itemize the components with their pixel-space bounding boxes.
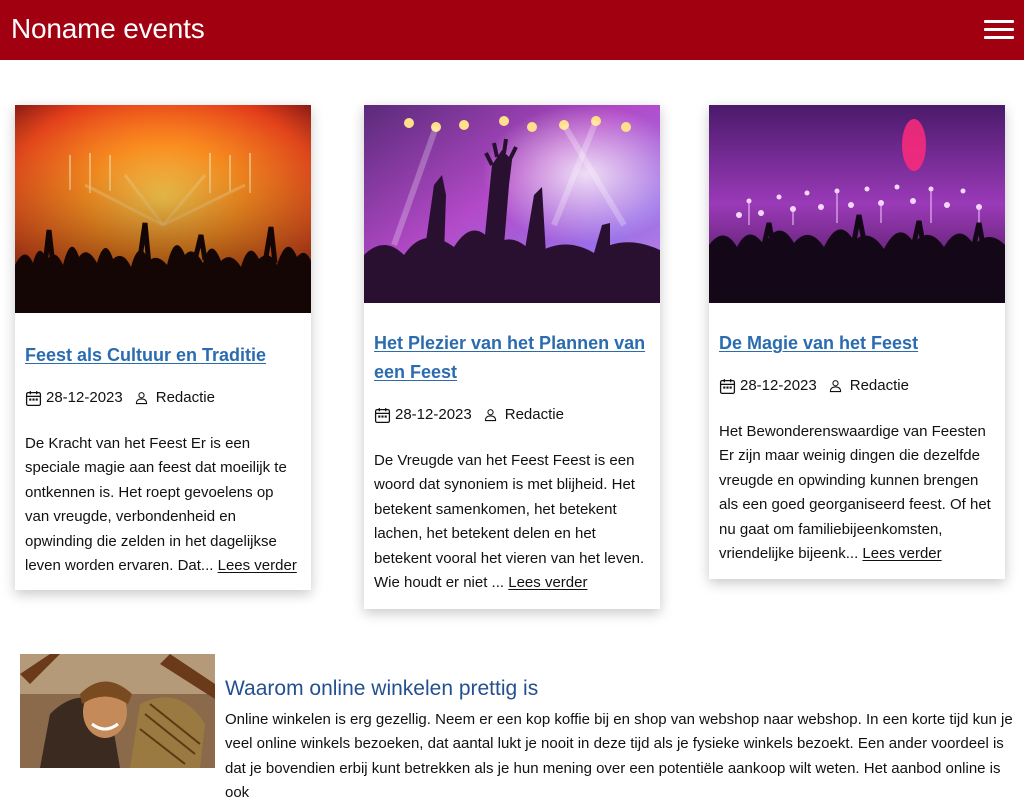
post-date: 28-12-2023 bbox=[395, 406, 472, 423]
post-excerpt: Het Bewonderenswaardige van Feesten Er z… bbox=[719, 420, 995, 566]
user-icon bbox=[135, 392, 147, 405]
post-card: Feest als Cultuur en Traditie 28-12-2023… bbox=[15, 105, 311, 590]
read-more-link[interactable]: Lees verder bbox=[218, 557, 297, 574]
site-header: Noname events bbox=[0, 0, 1024, 60]
post-excerpt: De Vreugde van het Feest Feest is een wo… bbox=[374, 449, 650, 595]
post-meta: 28-12-2023 Redactie bbox=[719, 376, 995, 396]
calendar-icon bbox=[374, 407, 391, 423]
post-author: Redactie bbox=[155, 389, 215, 406]
user-icon bbox=[484, 409, 496, 422]
read-more-link[interactable]: Lees verder bbox=[508, 574, 587, 591]
post-excerpt-text: Het Bewonderenswaardige van Feesten Er z… bbox=[719, 423, 991, 563]
post-title-link[interactable]: Het Plezier van het Plannen van een Fees… bbox=[374, 329, 650, 387]
hamburger-line bbox=[984, 20, 1014, 23]
calendar-icon bbox=[25, 390, 42, 406]
site-title[interactable]: Noname events bbox=[11, 12, 205, 46]
hamburger-line bbox=[984, 36, 1014, 39]
hamburger-line bbox=[984, 28, 1014, 31]
post-thumbnail[interactable] bbox=[15, 105, 311, 313]
post-meta: 28-12-2023 Redactie bbox=[25, 388, 301, 408]
post-meta: 28-12-2023 Redactie bbox=[374, 405, 650, 425]
post-author: Redactie bbox=[849, 377, 909, 394]
calendar-icon bbox=[719, 378, 736, 394]
hamburger-menu-icon[interactable] bbox=[984, 20, 1014, 40]
post-title-link[interactable]: Feest als Cultuur en Traditie bbox=[25, 341, 301, 370]
post-title-link[interactable]: De Magie van het Feest bbox=[719, 329, 995, 358]
post-thumbnail[interactable] bbox=[709, 105, 1005, 303]
post-excerpt-text: De Vreugde van het Feest Feest is een wo… bbox=[374, 452, 645, 592]
post-thumbnail[interactable] bbox=[364, 105, 660, 303]
post-date: 28-12-2023 bbox=[46, 389, 123, 406]
post-card: Het Plezier van het Plannen van een Fees… bbox=[364, 105, 660, 609]
post-date: 28-12-2023 bbox=[740, 377, 817, 394]
post-excerpt-text: De Kracht van het Feest Er is een specia… bbox=[25, 435, 287, 575]
read-more-link[interactable]: Lees verder bbox=[862, 545, 941, 562]
post-author: Redactie bbox=[504, 406, 564, 423]
post-excerpt: De Kracht van het Feest Er is een specia… bbox=[25, 432, 301, 578]
feature-image[interactable] bbox=[20, 654, 215, 768]
feature-title[interactable]: Waarom online winkelen prettig is bbox=[225, 676, 538, 702]
post-card: De Magie van het Feest 28-12-2023 Redact… bbox=[709, 105, 1005, 579]
feature-text: Online winkelen is erg gezellig. Neem er… bbox=[225, 711, 1013, 802]
user-icon bbox=[829, 380, 841, 393]
